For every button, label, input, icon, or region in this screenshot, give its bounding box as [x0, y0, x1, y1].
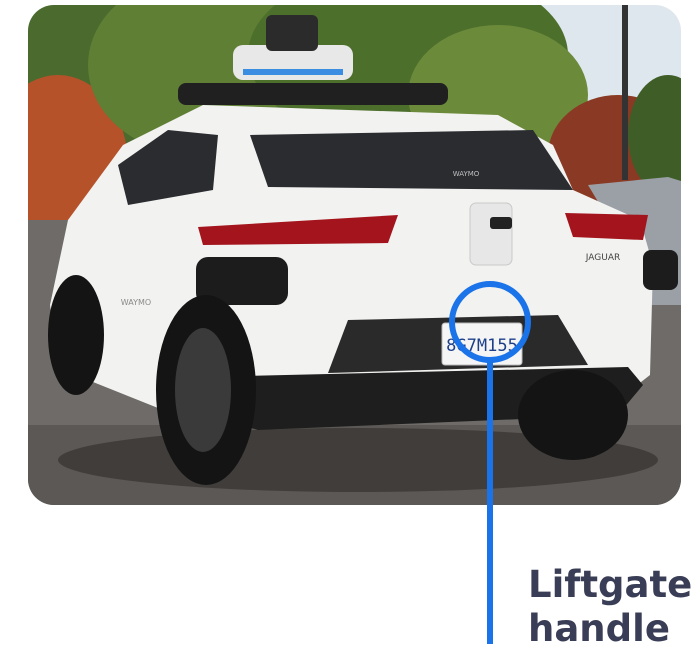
callout-line-1: Liftgate [528, 563, 693, 606]
car-icon: 8G7M155 JAGUAR WAYMO WAYMO [28, 5, 681, 505]
callout-line-2: handle [528, 607, 670, 650]
waymo-rear-text: WAYMO [453, 170, 480, 178]
car-photo: 8G7M155 JAGUAR WAYMO WAYMO [28, 5, 681, 505]
waymo-door-text: WAYMO [121, 298, 151, 307]
jaguar-badge: JAGUAR [585, 253, 620, 263]
callout-label: Liftgate handle [528, 563, 695, 651]
plate-text: 8G7M155 [446, 336, 518, 356]
